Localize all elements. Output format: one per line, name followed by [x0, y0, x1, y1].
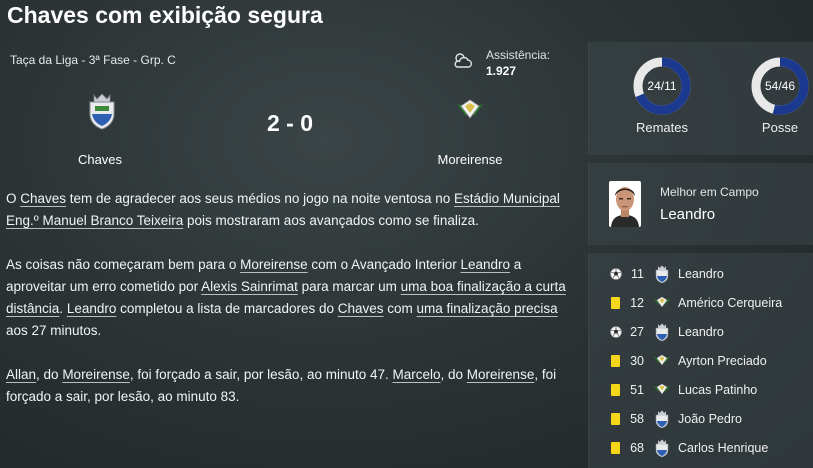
event-player-name[interactable]: Américo Cerqueira [678, 296, 782, 310]
event-row[interactable]: 27 Leandro [600, 318, 810, 347]
shots-label: Remates [635, 120, 689, 135]
chaves-crest-icon [655, 439, 669, 457]
competition-label: Taça da Liga - 3ª Fase - Grp. C [10, 53, 176, 67]
event-player-name[interactable]: João Pedro [678, 412, 742, 426]
yellow-card-icon [611, 355, 620, 367]
player-link[interactable]: Leandro [67, 301, 117, 316]
event-row[interactable]: 11 Leandro [600, 260, 810, 289]
attendance-value: 1.927 [486, 64, 517, 78]
report-text: , do [36, 367, 63, 382]
player-link[interactable]: Allan [6, 367, 36, 382]
event-player-name[interactable]: Carlos Henrique [678, 441, 768, 455]
report-text: , foi forçado a sair, por lesão, ao minu… [129, 367, 393, 382]
team-link[interactable]: Chaves [20, 191, 66, 206]
player-link[interactable]: Alexis Sainrimat [201, 279, 298, 294]
shots-value: 24/11 [647, 79, 677, 93]
moreirense-crest-icon[interactable] [455, 96, 485, 124]
goal-ball-icon [610, 326, 622, 338]
report-text: com [383, 301, 417, 316]
event-row[interactable]: 51 Lucas Patinho [600, 376, 810, 405]
report-text: , do [440, 367, 467, 382]
event-minute: 27 [630, 325, 644, 339]
event-row[interactable]: 58 João Pedro [600, 405, 810, 434]
moreirense-crest-icon [654, 354, 670, 366]
report-text: O [6, 191, 21, 206]
event-row[interactable]: 30 Ayrton Preciado [600, 347, 810, 376]
report-text: . [59, 301, 67, 316]
yellow-card-icon [611, 384, 620, 396]
report-text: pois mostraram aos avançados como se fin… [183, 213, 479, 228]
possession-stat[interactable]: 54/46 Posse [740, 57, 813, 135]
player-link[interactable]: Marcelo [393, 367, 441, 382]
report-text: aos 27 minutos. [6, 323, 102, 338]
report-text: para marcar um [297, 279, 401, 294]
event-player-name[interactable]: Lucas Patinho [678, 383, 757, 397]
yellow-card-icon [611, 297, 620, 309]
score: 2 - 0 [266, 110, 314, 136]
page-title: Chaves com exibição segura [7, 2, 323, 28]
report-paragraph: As coisas não começaram bem para o Morei… [6, 254, 566, 342]
possession-value: 54/46 [764, 79, 796, 93]
chaves-crest-icon[interactable] [86, 92, 118, 130]
event-minute: 30 [630, 354, 644, 368]
home-team-name[interactable]: Chaves [60, 152, 140, 167]
partly-cloudy-icon [454, 53, 473, 68]
yellow-card-icon [611, 442, 620, 454]
chaves-crest-icon [655, 410, 669, 428]
chaves-crest-icon [655, 265, 669, 283]
goal-ball-icon [610, 268, 622, 280]
report-text: As coisas não começaram bem para o [6, 257, 241, 272]
team-link[interactable]: Moreirense [467, 367, 535, 382]
team-link[interactable]: Chaves [338, 301, 384, 316]
event-minute: 11 [631, 267, 644, 281]
possession-label: Posse [761, 120, 799, 135]
yellow-card-icon [611, 413, 620, 425]
event-player-name[interactable]: Leandro [678, 267, 724, 281]
team-link[interactable]: Moreirense [62, 367, 130, 382]
attendance-label: Assistência: [486, 48, 551, 62]
event-minute: 51 [630, 383, 644, 397]
event-row[interactable]: 68 Carlos Henrique [600, 434, 810, 463]
motm-label: Melhor em Campo [660, 185, 759, 199]
report-paragraph: O Chaves tem de agradecer aos seus médio… [6, 188, 566, 232]
event-minute: 12 [630, 296, 644, 310]
player-link[interactable]: Leandro [460, 257, 510, 272]
report-text: tem de agradecer aos seus médios no jogo… [66, 191, 455, 206]
event-row[interactable]: 12 Américo Cerqueira [600, 289, 810, 318]
moreirense-crest-icon [654, 383, 670, 395]
away-team-name[interactable]: Moreirense [430, 152, 510, 167]
player-face-avatar[interactable] [609, 181, 641, 227]
report-text: completou a lista de marcadores do [116, 301, 338, 316]
highlight-link[interactable]: uma finalização precisa [417, 301, 558, 316]
shots-stat[interactable]: 24/11 Remates [622, 57, 702, 135]
moreirense-crest-icon [654, 296, 670, 308]
team-link[interactable]: Moreirense [240, 257, 308, 272]
motm-player-name[interactable]: Leandro [660, 206, 715, 223]
event-player-name[interactable]: Ayrton Preciado [678, 354, 767, 368]
event-minute: 58 [630, 412, 644, 426]
match-events-list: 11 Leandro 12 Américo Cerqueira 27 Leandro 30 A… [600, 260, 810, 463]
event-player-name[interactable]: Leandro [678, 325, 724, 339]
chaves-crest-icon [655, 323, 669, 341]
report-paragraph: Allan, do Moreirense, foi forçado a sair… [6, 364, 566, 408]
report-text: com o Avançado Interior [307, 257, 461, 272]
event-minute: 68 [630, 441, 644, 455]
match-report: O Chaves tem de agradecer aos seus médio… [6, 188, 566, 430]
